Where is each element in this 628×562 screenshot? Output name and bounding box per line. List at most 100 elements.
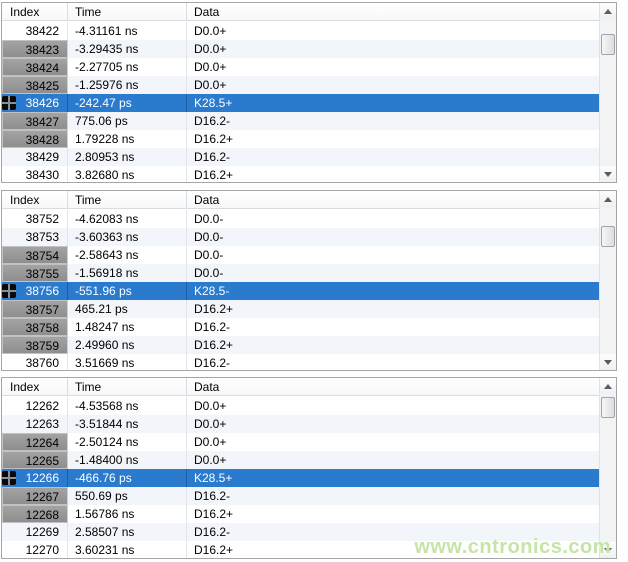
table-row[interactable]: 122681.56786 nsD16.2+ — [2, 505, 599, 523]
data-cell[interactable]: D0.0+ — [187, 397, 599, 415]
column-header-index[interactable]: Index — [2, 378, 68, 395]
vertical-scrollbar[interactable] — [599, 191, 616, 370]
table-row[interactable]: 384303.82680 nsD16.2+ — [2, 166, 599, 183]
time-cell[interactable]: -1.48400 ns — [68, 451, 187, 469]
column-header-time[interactable]: Time — [68, 378, 187, 395]
data-cell[interactable]: D16.2+ — [187, 166, 599, 183]
index-cell[interactable]: 38422 — [2, 22, 68, 40]
index-cell[interactable]: 38425 — [2, 76, 68, 94]
time-cell[interactable]: -3.29435 ns — [68, 40, 187, 58]
index-cell[interactable]: 12270 — [2, 541, 68, 559]
table-row[interactable]: 384281.79228 nsD16.2+ — [2, 130, 599, 148]
table-row[interactable]: 38426-242.47 psK28.5+ — [2, 94, 599, 112]
index-cell[interactable]: 38759 — [2, 336, 68, 354]
data-cell[interactable]: D0.0- — [187, 246, 599, 264]
time-cell[interactable]: -3.60363 ns — [68, 228, 187, 246]
data-cell[interactable]: D16.2+ — [187, 130, 599, 148]
column-header-data[interactable]: Data — [187, 191, 599, 208]
time-cell[interactable]: 775.06 ps — [68, 112, 187, 130]
index-cell[interactable]: 38756 — [2, 282, 68, 300]
index-cell[interactable]: 12267 — [2, 487, 68, 505]
time-cell[interactable]: -2.50124 ns — [68, 433, 187, 451]
data-cell[interactable]: D0.0+ — [187, 76, 599, 94]
time-cell[interactable]: -3.51844 ns — [68, 415, 187, 433]
table-row[interactable]: 12267550.69 psD16.2- — [2, 487, 599, 505]
time-cell[interactable]: -4.53568 ns — [68, 397, 187, 415]
time-cell[interactable]: 2.58507 ns — [68, 523, 187, 541]
data-cell[interactable]: K28.5- — [187, 282, 599, 300]
time-cell[interactable]: -242.47 ps — [68, 94, 187, 112]
index-cell[interactable]: 12268 — [2, 505, 68, 523]
data-cell[interactable]: D0.0- — [187, 264, 599, 282]
time-cell[interactable]: -551.96 ps — [68, 282, 187, 300]
data-cell[interactable]: D0.0+ — [187, 40, 599, 58]
table-row[interactable]: 38753-3.60363 nsD0.0- — [2, 228, 599, 246]
time-cell[interactable]: 1.56786 ns — [68, 505, 187, 523]
time-cell[interactable]: -1.56918 ns — [68, 264, 187, 282]
data-cell[interactable]: D16.2- — [187, 318, 599, 336]
time-cell[interactable]: 2.80953 ns — [68, 148, 187, 166]
scroll-up-button[interactable] — [600, 191, 616, 207]
data-cell[interactable]: D16.2+ — [187, 300, 599, 318]
data-cell[interactable]: D0.0+ — [187, 415, 599, 433]
column-header-index[interactable]: Index — [2, 3, 68, 20]
time-cell[interactable]: -466.76 ps — [68, 469, 187, 487]
table-row[interactable]: 12262-4.53568 nsD0.0+ — [2, 397, 599, 415]
scrollbar-track[interactable] — [600, 394, 616, 542]
table-row[interactable]: 122692.58507 nsD16.2- — [2, 523, 599, 541]
index-cell[interactable]: 38429 — [2, 148, 68, 166]
index-cell[interactable]: 12269 — [2, 523, 68, 541]
time-cell[interactable]: -2.27705 ns — [68, 58, 187, 76]
data-cell[interactable]: D0.0+ — [187, 451, 599, 469]
scrollbar-track[interactable] — [600, 207, 616, 354]
data-cell[interactable]: D16.2- — [187, 354, 599, 371]
index-cell[interactable]: 38430 — [2, 166, 68, 183]
scroll-down-button[interactable] — [600, 354, 616, 370]
table-row[interactable]: 38755-1.56918 nsD0.0- — [2, 264, 599, 282]
data-cell[interactable]: D16.2+ — [187, 336, 599, 354]
index-cell[interactable]: 12264 — [2, 433, 68, 451]
scrollbar-thumb[interactable] — [601, 397, 615, 418]
time-cell[interactable]: 3.51669 ns — [68, 354, 187, 371]
time-cell[interactable]: -4.62083 ns — [68, 210, 187, 228]
scroll-down-button[interactable] — [600, 166, 616, 182]
index-cell[interactable]: 12263 — [2, 415, 68, 433]
table-row[interactable]: 38425-1.25976 nsD0.0+ — [2, 76, 599, 94]
index-cell[interactable]: 12266 — [2, 469, 68, 487]
scrollbar-thumb[interactable] — [601, 34, 615, 55]
vertical-scrollbar[interactable] — [599, 3, 616, 182]
index-cell[interactable]: 38755 — [2, 264, 68, 282]
data-cell[interactable]: D0.0+ — [187, 433, 599, 451]
data-cell[interactable]: D16.2+ — [187, 505, 599, 523]
time-cell[interactable]: 3.82680 ns — [68, 166, 187, 183]
table-row[interactable]: 387592.49960 nsD16.2+ — [2, 336, 599, 354]
data-cell[interactable]: K28.5+ — [187, 94, 599, 112]
index-cell[interactable]: 38758 — [2, 318, 68, 336]
table-row[interactable]: 38757465.21 psD16.2+ — [2, 300, 599, 318]
data-cell[interactable]: D0.0+ — [187, 22, 599, 40]
index-cell[interactable]: 38752 — [2, 210, 68, 228]
column-header-data[interactable]: Data — [187, 378, 599, 395]
index-cell[interactable]: 38760 — [2, 354, 68, 371]
table-row[interactable]: 12264-2.50124 nsD0.0+ — [2, 433, 599, 451]
index-cell[interactable]: 38423 — [2, 40, 68, 58]
column-header-index[interactable]: Index — [2, 191, 68, 208]
index-cell[interactable]: 12265 — [2, 451, 68, 469]
time-cell[interactable]: 1.48247 ns — [68, 318, 187, 336]
table-row[interactable]: 387603.51669 nsD16.2- — [2, 354, 599, 371]
data-cell[interactable]: D16.2- — [187, 148, 599, 166]
index-cell[interactable]: 12262 — [2, 397, 68, 415]
scroll-up-button[interactable] — [600, 378, 616, 394]
table-row[interactable]: 122703.60231 nsD16.2+ — [2, 541, 599, 559]
column-header-time[interactable]: Time — [68, 3, 187, 20]
table-row[interactable]: 38424-2.27705 nsD0.0+ — [2, 58, 599, 76]
time-cell[interactable]: 550.69 ps — [68, 487, 187, 505]
vertical-scrollbar[interactable] — [599, 378, 616, 558]
data-cell[interactable]: D16.2+ — [187, 541, 599, 559]
data-cell[interactable]: D16.2- — [187, 112, 599, 130]
time-cell[interactable]: -1.25976 ns — [68, 76, 187, 94]
time-cell[interactable]: 465.21 ps — [68, 300, 187, 318]
table-row[interactable]: 38754-2.58643 nsD0.0- — [2, 246, 599, 264]
table-row[interactable]: 38752-4.62083 nsD0.0- — [2, 210, 599, 228]
column-header-data[interactable]: Data — [187, 3, 599, 20]
